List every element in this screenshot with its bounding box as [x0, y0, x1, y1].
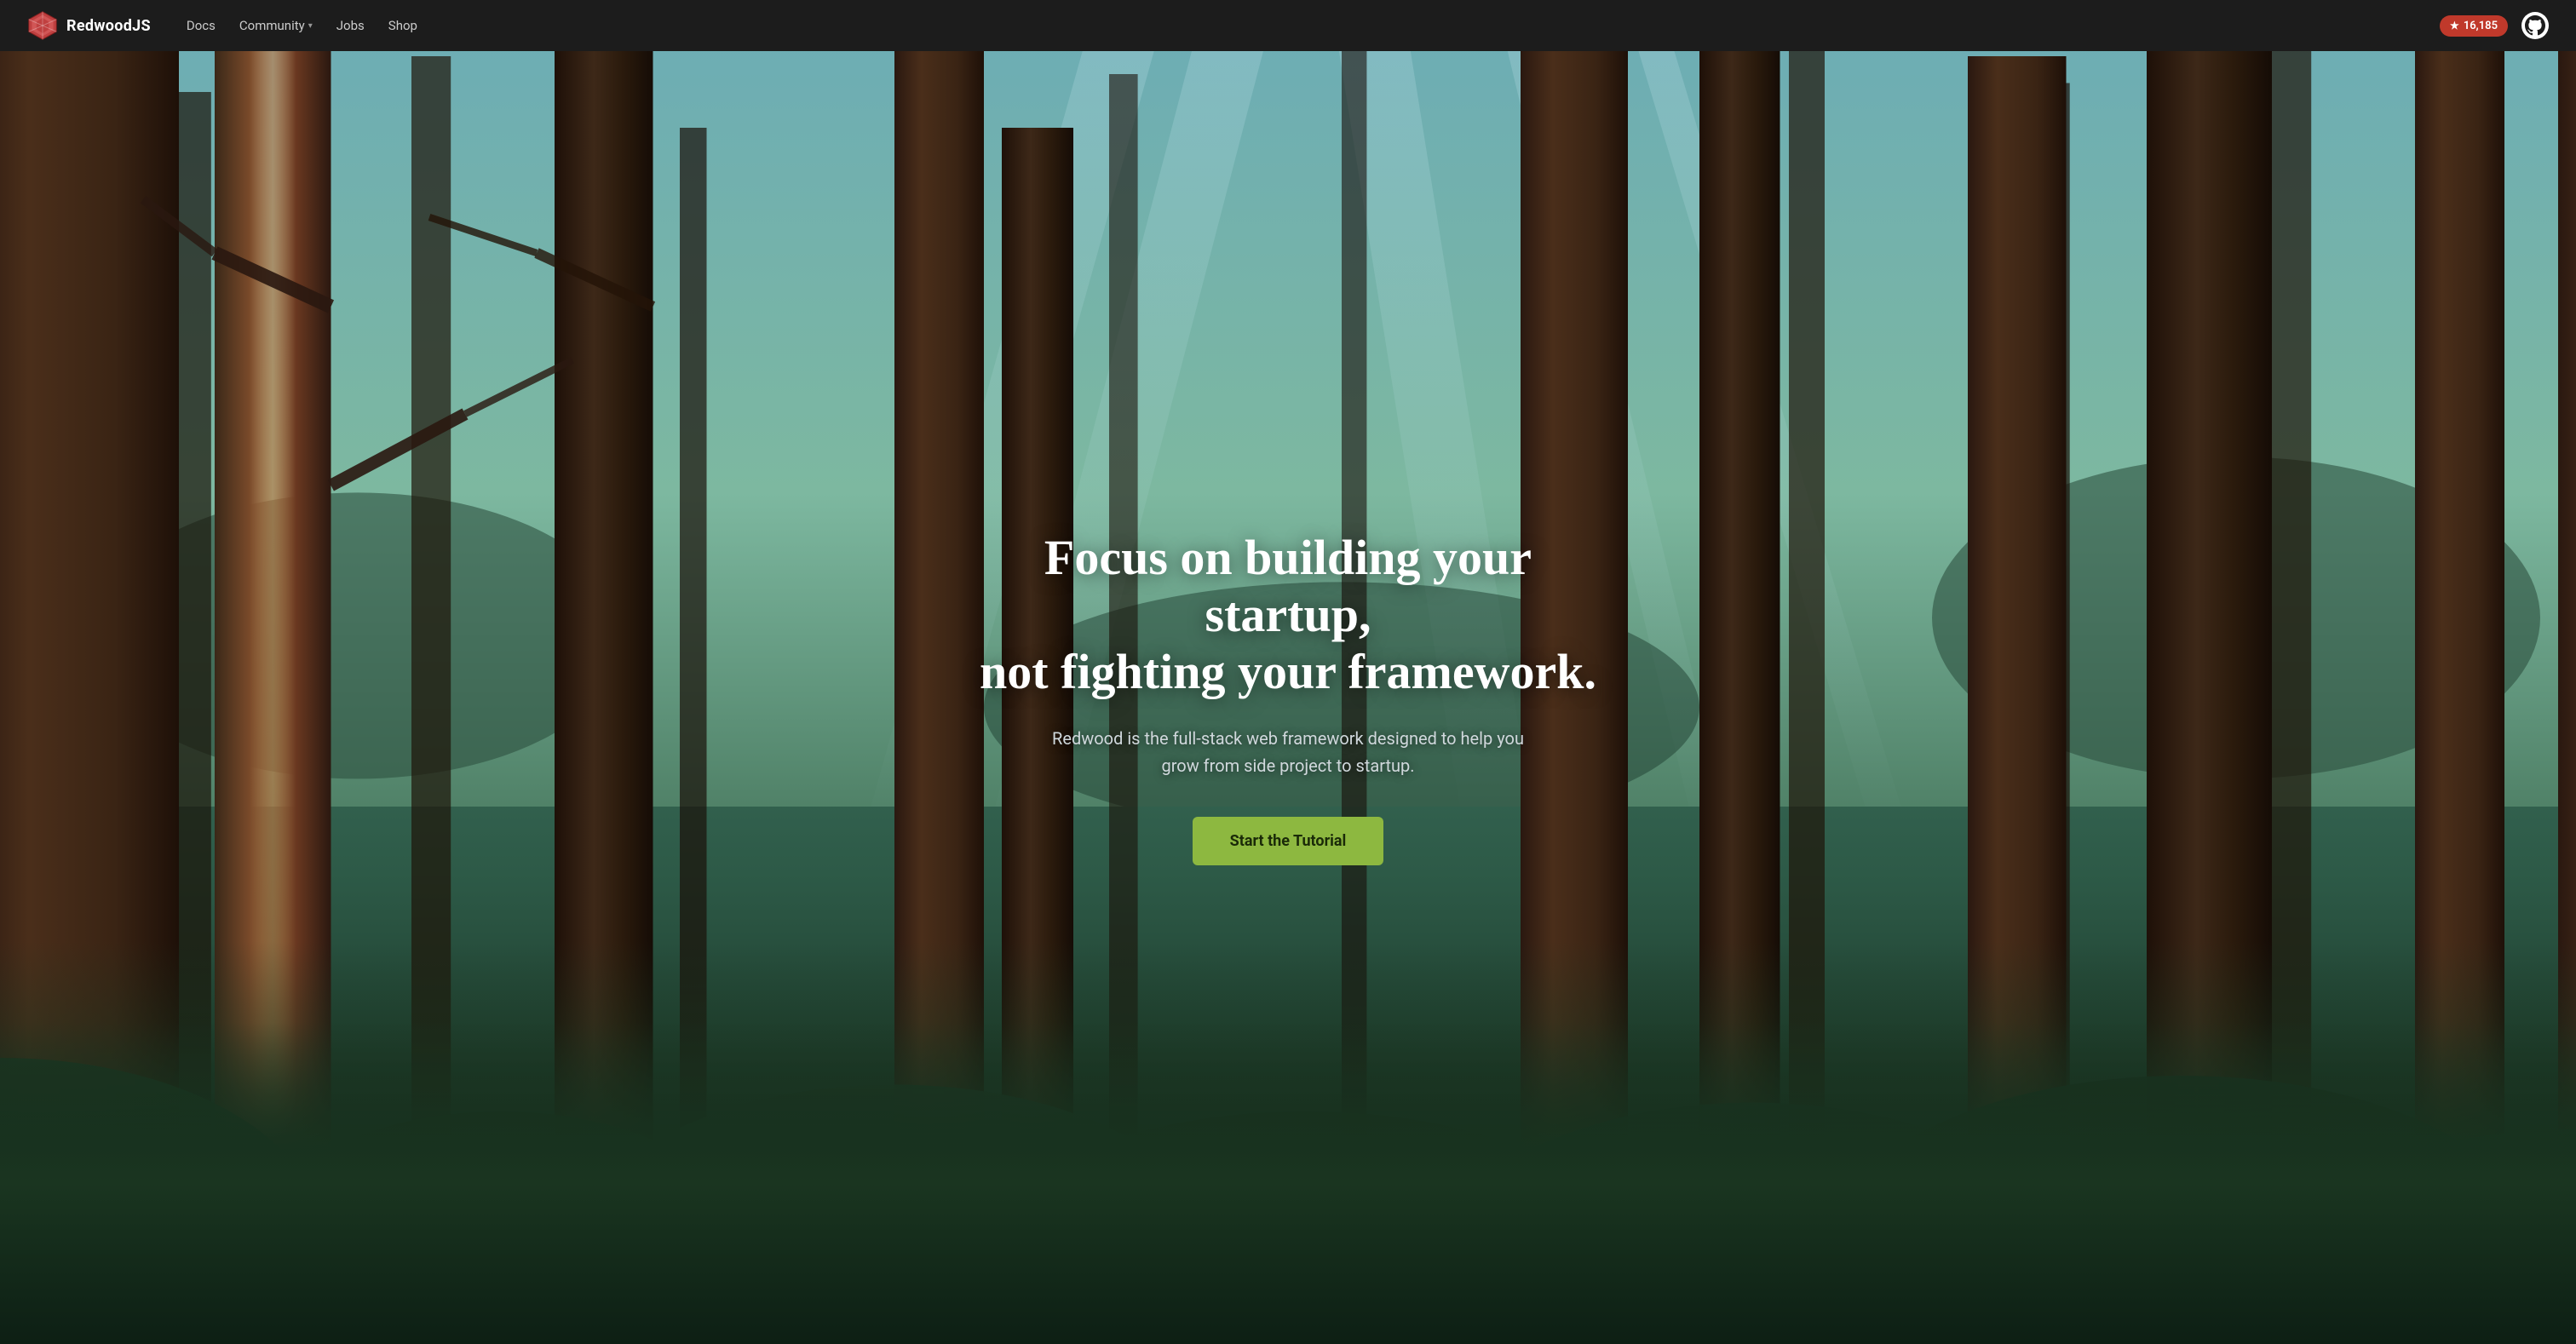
logo-link[interactable]: RedwoodJS — [27, 10, 151, 41]
logo-icon — [27, 10, 58, 41]
logo-text: RedwoodJS — [66, 17, 151, 35]
start-tutorial-button[interactable]: Start the Tutorial — [1193, 817, 1384, 865]
star-icon: ★ — [2450, 20, 2459, 32]
stars-count: 16,185 — [2464, 20, 2498, 32]
ground-overlay — [0, 941, 2576, 1344]
navbar-left: RedwoodJS Docs Community ▾ Jobs Shop — [27, 10, 426, 41]
hero-subtext: Redwood is the full-stack web framework … — [973, 725, 1603, 779]
nav-community[interactable]: Community ▾ — [231, 13, 321, 38]
nav-shop[interactable]: Shop — [380, 13, 426, 38]
hero-section: Focus on building your startup, not figh… — [0, 0, 2576, 1344]
navbar-right: ★ 16,185 — [2440, 12, 2549, 39]
chevron-down-icon: ▾ — [308, 21, 313, 31]
hero-content: Focus on building your startup, not figh… — [939, 479, 1637, 864]
github-icon[interactable] — [2521, 12, 2549, 39]
github-stars-badge[interactable]: ★ 16,185 — [2440, 15, 2508, 37]
hero-headline: Focus on building your startup, not figh… — [973, 530, 1603, 700]
nav-jobs[interactable]: Jobs — [328, 13, 373, 38]
nav-docs[interactable]: Docs — [178, 13, 224, 38]
navbar: RedwoodJS Docs Community ▾ Jobs Shop ★ 1… — [0, 0, 2576, 51]
nav-links: Docs Community ▾ Jobs Shop — [178, 13, 426, 38]
